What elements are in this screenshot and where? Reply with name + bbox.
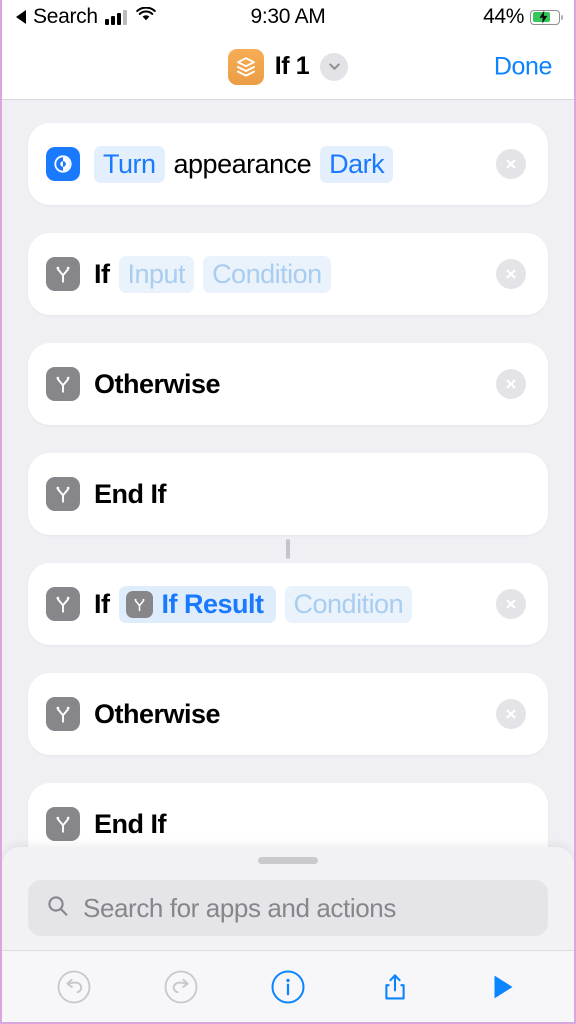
action-card[interactable]: If If Result Condition [28,563,548,645]
page-title: If 1 [274,52,310,80]
bottom-sheet: Search for apps and actions [2,847,574,1022]
status-bar-back-label[interactable]: Search [33,5,98,29]
action-card-content: If Input Condition [46,255,530,293]
navigation-bar: If 1 Done [2,34,574,100]
search-icon [46,894,70,923]
close-circle-icon[interactable] [496,699,526,729]
branch-if-icon [46,477,80,511]
action-variable-token-label: If Result [161,588,265,619]
branch-if-icon [46,257,80,291]
close-circle-icon[interactable] [496,259,526,289]
status-bar: Search 9:30 AM 44% [2,0,574,34]
redo-icon[interactable] [154,960,208,1014]
action-parameter-text: appearance [173,148,312,179]
share-icon[interactable] [368,960,422,1014]
action-card[interactable]: Otherwise [28,343,548,425]
action-card-content: Otherwise [46,697,530,731]
wifi-icon [135,6,156,27]
branch-if-icon [46,367,80,401]
search-placeholder: Search for apps and actions [83,892,396,923]
action-parameter-pill[interactable]: Turn [94,145,165,183]
search-field[interactable]: Search for apps and actions [28,880,548,936]
action-keyword: If [94,588,110,619]
action-card[interactable]: If Input Condition [28,233,548,315]
close-circle-icon[interactable] [496,589,526,619]
action-keyword: Otherwise [94,698,221,729]
action-connector-line [286,539,290,559]
action-card-content: Turn appearance Dark [46,145,530,183]
action-card-content: If If Result Condition [46,585,530,623]
info-circle-icon[interactable] [261,960,315,1014]
action-card-content: Otherwise [46,367,530,401]
close-circle-icon[interactable] [496,149,526,179]
action-parameter-placeholder[interactable]: Condition [284,585,413,623]
play-icon[interactable] [475,960,529,1014]
drag-handle[interactable] [258,857,318,864]
undo-icon[interactable] [47,960,101,1014]
action-keyword: End If [94,808,167,839]
status-bar-left[interactable]: Search [16,5,156,29]
appearance-contrast-icon [46,147,80,181]
action-keyword: If [94,258,110,289]
done-button[interactable]: Done [494,52,553,81]
chevron-down-icon[interactable] [320,52,349,81]
branch-if-icon [46,807,80,841]
action-keyword: Otherwise [94,368,221,399]
phone-screen: Search 9:30 AM 44% If 1 Done Turn appear… [0,0,576,1024]
status-bar-right: 44% [483,5,563,29]
branch-if-icon [125,590,153,618]
branch-if-icon [46,587,80,621]
action-keyword: End If [94,478,167,509]
action-card[interactable]: Otherwise [28,673,548,755]
action-parameter-placeholder[interactable]: Condition [203,255,331,293]
branch-if-icon [46,697,80,731]
action-card[interactable]: End If [28,453,548,535]
action-card-content: End If [46,807,530,841]
shortcuts-layers-icon [227,48,264,85]
back-triangle-icon[interactable] [16,10,26,24]
close-circle-icon[interactable] [496,369,526,399]
action-card[interactable]: Turn appearance Dark [28,123,548,205]
action-parameter-pill[interactable]: Dark [320,145,394,183]
battery-charging-icon [530,9,563,25]
bottom-toolbar [2,950,574,1022]
action-variable-token[interactable]: If Result [118,585,276,623]
battery-percent-label: 44% [483,5,524,28]
action-parameter-placeholder[interactable]: Input [118,255,195,293]
cellular-signal-icon [104,9,127,25]
navigation-title-group[interactable]: If 1 [227,48,349,85]
action-card-content: End If [46,477,530,511]
